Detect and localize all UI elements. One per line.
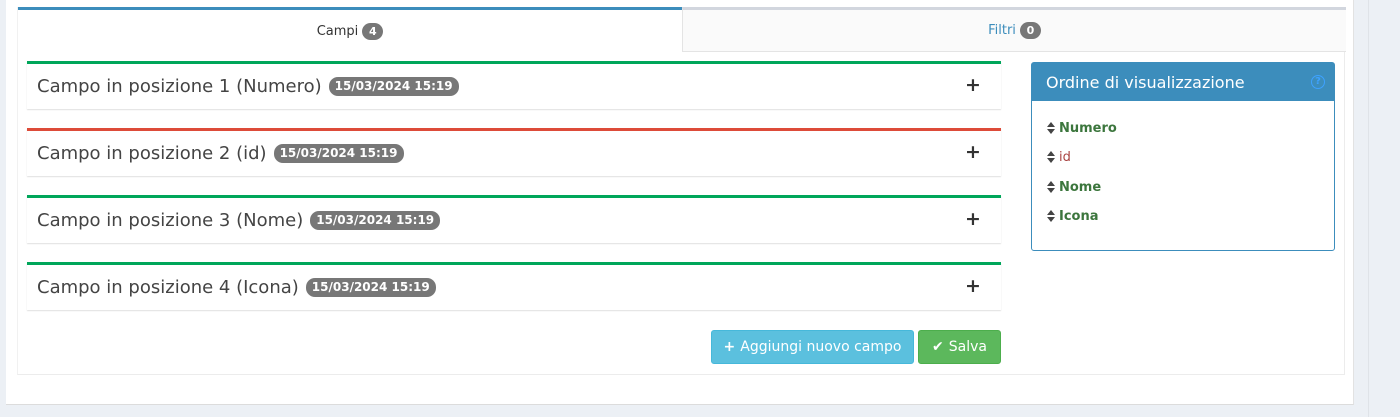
expand-plus-icon[interactable]: + xyxy=(965,210,981,229)
tab-campi-count-badge: 4 xyxy=(362,22,384,40)
field-title: Campo in posizione 3 (Nome) xyxy=(37,210,304,231)
tab-bar: Campi 4 Filtri 0 xyxy=(18,7,1346,52)
field-date-badge: 15/03/2024 15:19 xyxy=(305,278,436,297)
tab-filtri-label: Filtri xyxy=(988,23,1016,38)
order-item-id[interactable]: id xyxy=(1047,149,1071,165)
expand-plus-icon[interactable]: + xyxy=(965,143,981,162)
sort-icon xyxy=(1047,210,1055,222)
page-scrollbar[interactable] xyxy=(1368,0,1400,417)
order-item-nome[interactable]: Nome xyxy=(1047,179,1101,195)
order-item-label: id xyxy=(1059,149,1071,165)
field-row-2[interactable]: Campo in posizione 2 (id) 15/03/2024 15:… xyxy=(27,128,1001,176)
check-icon: ✔ xyxy=(932,339,944,355)
field-row-3[interactable]: Campo in posizione 3 (Nome) 15/03/2024 1… xyxy=(27,195,1001,243)
tab-filtri-count-badge: 0 xyxy=(1019,22,1041,39)
field-title: Campo in posizione 2 (id) xyxy=(37,143,267,164)
save-label: Salva xyxy=(948,339,987,355)
display-order-title: Ordine di visualizzazione xyxy=(1046,72,1245,92)
display-order-panel: Ordine di visualizzazione ? Numero id No… xyxy=(1031,62,1335,251)
expand-plus-icon[interactable]: + xyxy=(965,76,981,95)
question-circle-icon[interactable]: ? xyxy=(1311,75,1325,89)
expand-plus-icon[interactable]: + xyxy=(965,277,981,296)
tab-campi[interactable]: Campi 4 xyxy=(18,7,682,52)
field-row-4[interactable]: Campo in posizione 4 (Icona) 15/03/2024 … xyxy=(27,262,1001,310)
save-button[interactable]: ✔ Salva xyxy=(918,330,1001,364)
sort-icon xyxy=(1047,122,1055,134)
order-item-label: Nome xyxy=(1059,179,1102,195)
field-title: Campo in posizione 1 (Numero) xyxy=(37,76,322,97)
field-date-badge: 15/03/2024 15:19 xyxy=(310,211,441,230)
sort-icon xyxy=(1047,181,1055,193)
order-item-label: Icona xyxy=(1059,208,1099,224)
add-new-field-label: Aggiungi nuovo campo xyxy=(740,339,902,355)
order-item-label: Numero xyxy=(1059,120,1117,136)
plus-icon: + xyxy=(723,339,736,355)
display-order-header: Ordine di visualizzazione ? xyxy=(1032,63,1334,101)
order-item-icona[interactable]: Icona xyxy=(1047,208,1099,224)
field-date-badge: 15/03/2024 15:19 xyxy=(273,144,404,163)
sort-icon xyxy=(1047,151,1055,163)
add-new-field-button[interactable]: + Aggiungi nuovo campo xyxy=(711,330,914,364)
tab-campi-label: Campi xyxy=(316,23,359,39)
field-row-1[interactable]: Campo in posizione 1 (Numero) 15/03/2024… xyxy=(27,61,1001,109)
order-item-numero[interactable]: Numero xyxy=(1047,120,1117,136)
field-title: Campo in posizione 4 (Icona) xyxy=(37,277,299,298)
tab-filtri[interactable]: Filtri 0 xyxy=(682,7,1346,52)
field-date-badge: 15/03/2024 15:19 xyxy=(328,77,459,96)
